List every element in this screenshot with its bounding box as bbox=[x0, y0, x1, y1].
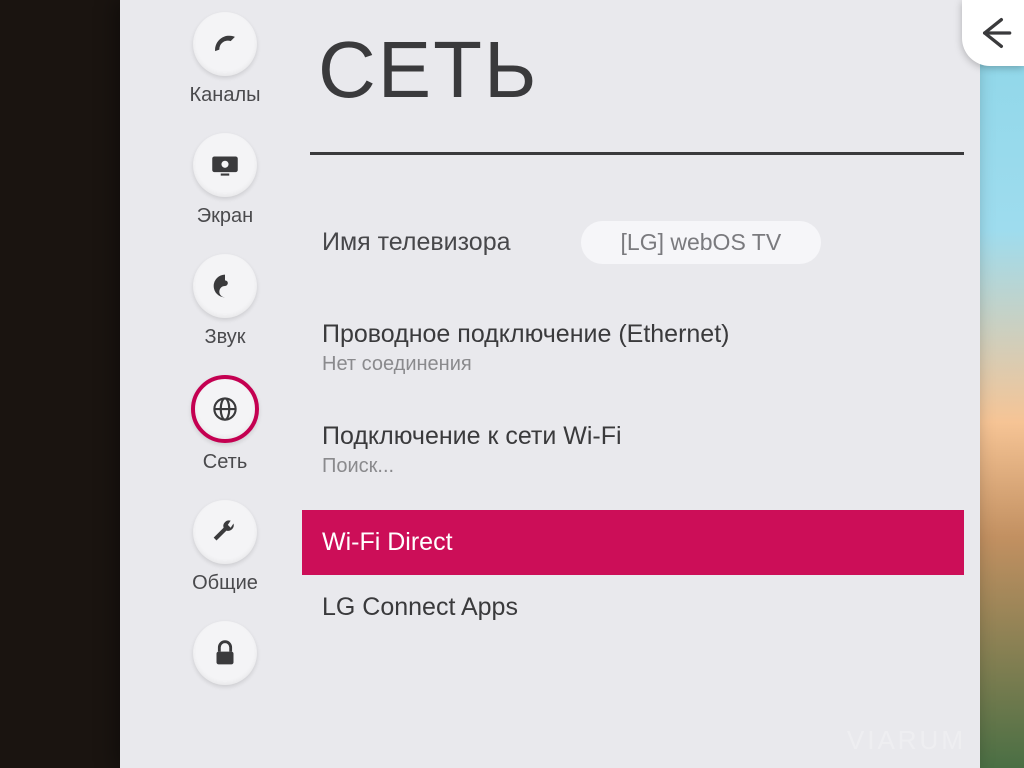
watermark: VIARUM bbox=[847, 725, 966, 756]
sidebar-item-general[interactable]: Общие bbox=[192, 500, 258, 595]
tvname-value: [LG] webOS TV bbox=[581, 221, 822, 264]
page-title: СЕТЬ bbox=[310, 0, 964, 155]
screen-icon bbox=[193, 133, 257, 197]
back-button[interactable] bbox=[962, 0, 1024, 66]
sidebar-item-label: Звук bbox=[204, 326, 245, 349]
sidebar-item-network[interactable]: Сеть bbox=[191, 375, 259, 474]
setting-status: Нет соединения bbox=[322, 353, 954, 376]
tvname-label: Имя телевизора bbox=[322, 228, 511, 257]
setting-wifi[interactable]: Подключение к сети Wi-Fi Поиск... bbox=[310, 408, 964, 492]
sidebar-item-channels[interactable]: Каналы bbox=[190, 12, 261, 107]
sidebar-item-label: Сеть bbox=[203, 451, 247, 474]
sidebar-item-lock[interactable] bbox=[193, 621, 257, 685]
sidebar-item-label: Общие bbox=[192, 572, 258, 595]
setting-title: Проводное подключение (Ethernet) bbox=[322, 320, 954, 349]
sidebar-item-screen[interactable]: Экран bbox=[193, 133, 257, 228]
settings-list: Имя телевизора [LG] webOS TV Проводное п… bbox=[310, 155, 964, 640]
setting-wired[interactable]: Проводное подключение (Ethernet) Нет сое… bbox=[310, 306, 964, 390]
globe-icon bbox=[191, 375, 259, 443]
setting-title: LG Connect Apps bbox=[322, 593, 518, 621]
sidebar: Каналы Экран Звук Сеть Общие bbox=[140, 0, 310, 768]
setting-lg-connect[interactable]: LG Connect Apps bbox=[310, 575, 964, 640]
content-area: СЕТЬ Имя телевизора [LG] webOS TV Провод… bbox=[310, 0, 980, 768]
sidebar-item-label: Каналы bbox=[190, 84, 261, 107]
setting-status: Поиск... bbox=[322, 455, 954, 478]
sidebar-item-label: Экран bbox=[197, 205, 253, 228]
setting-tv-name[interactable]: Имя телевизора [LG] webOS TV bbox=[310, 207, 964, 278]
sound-icon bbox=[193, 254, 257, 318]
setting-title: Wi-Fi Direct bbox=[322, 528, 453, 556]
satellite-icon bbox=[193, 12, 257, 76]
wrench-icon bbox=[193, 500, 257, 564]
setting-wifi-direct[interactable]: Wi-Fi Direct bbox=[302, 510, 964, 575]
setting-title: Подключение к сети Wi-Fi bbox=[322, 422, 954, 451]
sidebar-item-sound[interactable]: Звук bbox=[193, 254, 257, 349]
lock-icon bbox=[193, 621, 257, 685]
back-arrow-icon bbox=[973, 13, 1013, 53]
